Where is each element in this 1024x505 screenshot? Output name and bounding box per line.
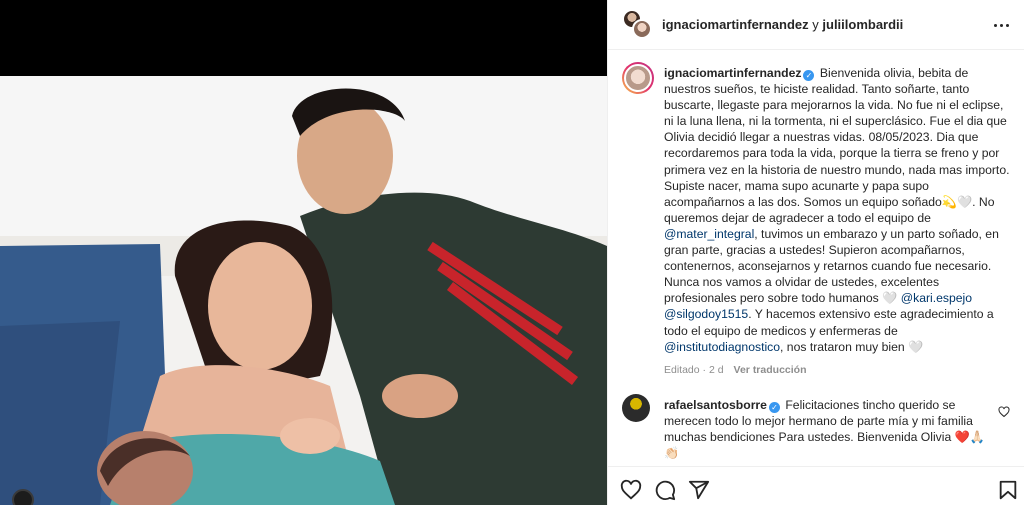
caption-text-2: Supiste nacer, mama supo acunarte y papa… <box>664 178 995 225</box>
bookmark-icon[interactable] <box>997 479 1019 501</box>
post-detail-panel: ignaciomartinfernandez y juliilombardii … <box>607 0 1024 505</box>
header-username-link[interactable]: juliilombardii <box>822 17 903 32</box>
collab-avatars[interactable] <box>622 8 654 41</box>
action-bar <box>608 466 1024 505</box>
edited-time: Editado · 2 d <box>664 363 724 376</box>
see-translation-button[interactable]: Ver traducción <box>734 364 807 376</box>
mention-link[interactable]: @mater_integral <box>664 227 754 241</box>
heart-icon[interactable] <box>620 479 642 501</box>
header-joiner: y <box>812 17 819 32</box>
post-photo <box>0 76 607 505</box>
caption-text-1: Bienvenida olivia, bebita de nuestros su… <box>664 66 1010 177</box>
verified-badge-icon: ✓ <box>803 70 815 81</box>
like-comment-icon[interactable] <box>998 406 1010 418</box>
mention-link[interactable]: @kari.espejo <box>901 291 972 305</box>
mention-link[interactable]: @silgodoy1515 <box>664 307 748 321</box>
caption-text: ignaciomartinfernandez ✓ Bienvenida olivi… <box>664 65 1010 378</box>
avatar[interactable] <box>622 62 654 94</box>
collab-usernames: ignaciomartinfernandez y juliilombardii <box>662 17 903 32</box>
verified-badge-icon: ✓ <box>768 402 780 413</box>
comment-username[interactable]: rafaelsantosborre <box>664 398 767 412</box>
media-control-button[interactable] <box>12 489 34 505</box>
mention-link[interactable]: @institutodiagnostico <box>664 340 780 354</box>
more-options-icon[interactable] <box>989 16 1013 34</box>
post-media[interactable] <box>0 0 607 505</box>
comment-text: rafaelsantosborre ✓ Felicitaciones tincho… <box>664 397 989 461</box>
avatar[interactable] <box>622 394 650 422</box>
photo-illustration <box>0 76 607 505</box>
header-username-link[interactable]: ignaciomartinfernandez <box>662 17 809 32</box>
comments-section[interactable]: ignaciomartinfernandez ✓ Bienvenida olivi… <box>608 51 1024 463</box>
share-icon[interactable] <box>688 479 710 501</box>
caption-username[interactable]: ignaciomartinfernandez <box>664 66 801 80</box>
post-header: ignaciomartinfernandez y juliilombardii <box>608 0 1024 50</box>
caption-text-5: , nos trataron muy bien 🤍 <box>780 339 924 354</box>
comment-icon[interactable] <box>654 479 676 501</box>
caption-meta: Editado · 2 d Ver traducción <box>664 362 1010 378</box>
avatar <box>632 18 652 39</box>
